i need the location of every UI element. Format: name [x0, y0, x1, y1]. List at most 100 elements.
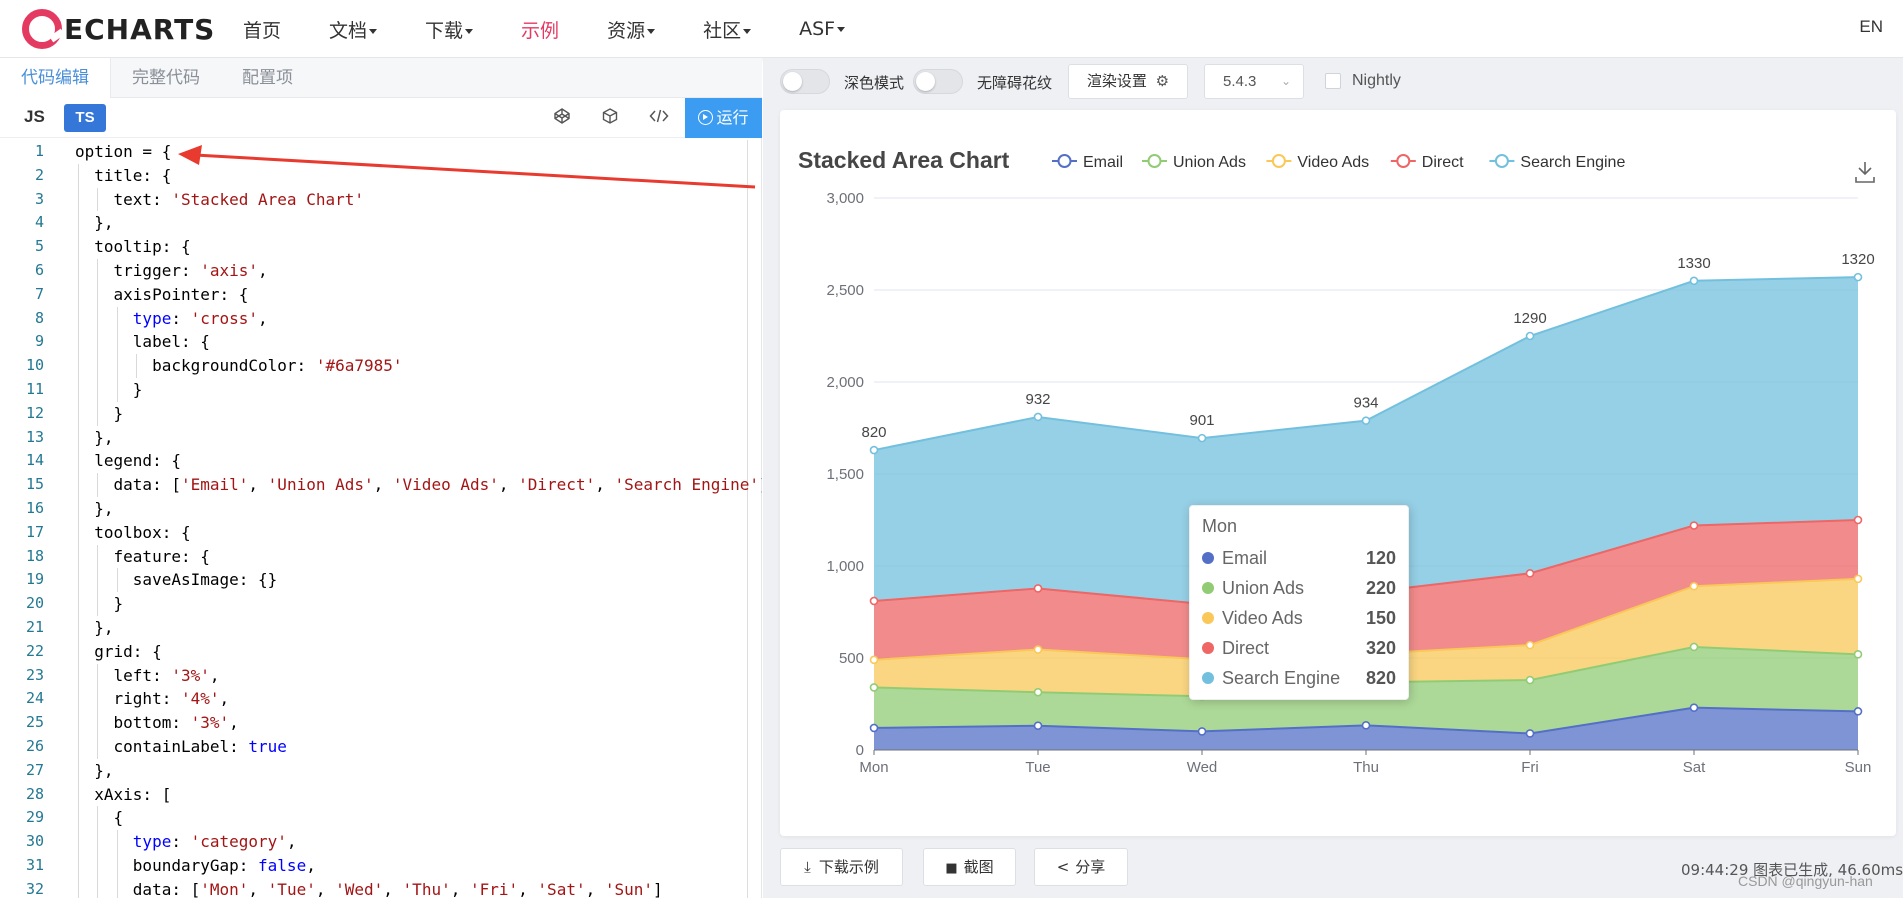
js-toggle[interactable]: JS [24, 107, 45, 127]
tooltip-series-name: Search Engine [1222, 667, 1341, 688]
play-circle-icon [698, 110, 714, 125]
series-dot-icon [1202, 672, 1214, 684]
code-text: } [75, 403, 124, 423]
data-point [1525, 729, 1535, 738]
nav-item[interactable]: 文档 [329, 16, 378, 43]
caret-down-icon [743, 28, 752, 34]
data-point [869, 445, 879, 455]
data-point [1033, 412, 1043, 422]
line-number: 24 [25, 689, 44, 708]
dark-mode-toggle[interactable] [780, 69, 830, 94]
line-number: 19 [25, 570, 44, 589]
tooltip-series-value: 120 [1365, 547, 1396, 568]
nav-item-label: 示例 [521, 19, 560, 42]
data-point [869, 596, 879, 606]
dark-mode-label: 深色模式 [844, 74, 905, 92]
caret-down-icon [465, 28, 474, 34]
nav-item-label: 社区 [703, 19, 742, 42]
line-number: 11 [25, 379, 44, 398]
line-number: 2 [34, 165, 44, 184]
download-example-button[interactable]: ⤓ 下载示例 [780, 848, 903, 886]
render-settings-button[interactable]: 渲染设置 ⚙ [1068, 64, 1188, 99]
nav-item[interactable]: 首页 [243, 16, 281, 43]
series-dot-icon [1202, 612, 1214, 624]
share-icon: < [1056, 858, 1070, 876]
code-line: 28 xAxis: [ [0, 782, 762, 807]
legend-label: Email [1083, 154, 1123, 171]
legend-marker [1494, 154, 1509, 168]
code-line: 27 }, [0, 758, 762, 783]
tab-full-code[interactable]: 完整代码 [111, 58, 221, 98]
stacked-area-chart: Stacked Area Chart Email Union Ads Video Ad… [798, 147, 1875, 776]
tooltip-row: Direct 320 [1202, 633, 1396, 663]
line-number: 17 [25, 522, 44, 541]
data-label: 820 [861, 424, 886, 441]
ts-toggle[interactable]: TS [64, 104, 106, 132]
code-text: type: 'cross', [132, 308, 268, 328]
tab-options[interactable]: 配置项 [221, 58, 314, 98]
code-text: boundaryGap: false, [75, 855, 316, 875]
tooltip-series-value: 150 [1365, 607, 1396, 628]
line-number: 12 [25, 403, 44, 422]
version-select[interactable]: 5.4.3 ⌄ [1204, 64, 1304, 99]
nav-item[interactable]: ASF [799, 18, 846, 40]
language-switch[interactable]: EN [1859, 17, 1883, 37]
line-number: 15 [25, 475, 44, 494]
legend-label: Search Engine [1520, 154, 1625, 171]
code-line: 20 } [0, 592, 762, 616]
echarts-logo[interactable]: ECHARTS [22, 8, 215, 50]
nav-item-label: 文档 [329, 19, 368, 42]
data-point [1525, 331, 1535, 341]
code-line: 5 tooltip: { [0, 235, 762, 259]
code-text: data: ['Email', 'Union Ads', 'Video Ads'… [75, 475, 762, 495]
series-dot-icon [1202, 642, 1214, 654]
nav-item[interactable]: 资源 [607, 16, 656, 43]
code-line: 29 { [0, 806, 762, 831]
data-point [1853, 515, 1863, 525]
code-text: } [75, 594, 124, 614]
data-point [1689, 703, 1699, 712]
render-settings-label: 渲染设置 [1086, 72, 1147, 90]
line-number: 1 [34, 142, 44, 160]
data-label: 1290 [1513, 310, 1546, 327]
screenshot-button[interactable]: ■ 截图 [923, 848, 1016, 886]
data-point [1525, 640, 1535, 650]
x-tick-label: Sat [1683, 759, 1706, 776]
code-text: grid: { [75, 641, 162, 661]
line-number: 29 [25, 808, 44, 827]
legend-label: Direct [1422, 154, 1464, 171]
code-text: }, [75, 617, 114, 637]
data-label: 934 [1353, 395, 1378, 412]
line-number: 31 [25, 855, 44, 874]
data-point [1033, 721, 1043, 731]
y-tick-label: 2,500 [826, 282, 864, 299]
accessibility-label: 无障碍花纹 [977, 74, 1053, 92]
tooltip-rows: Email 120 Union Ads 220 Video Ads 150 Direct 32… [1202, 543, 1396, 693]
y-tick-label: 500 [839, 650, 864, 667]
share-button[interactable]: < 分享 [1034, 848, 1128, 886]
code-line: 9 label: { [0, 330, 762, 355]
save-as-image-icon[interactable] [1855, 162, 1875, 183]
nav-item[interactable]: 下载 [425, 16, 474, 43]
code-editor[interactable]: 1 option = {2 title: {3 text: 'Stacked Ar… [0, 140, 762, 898]
accessibility-toggle[interactable] [913, 69, 963, 94]
chevron-down-icon: ⌄ [1280, 74, 1291, 88]
code-format-icon[interactable] [648, 107, 670, 129]
nav-menu: 首页 文档 下载 示例 资源 社区 ASF [243, 0, 893, 58]
code-text: xAxis: [ [75, 784, 172, 804]
data-point [1361, 721, 1371, 730]
nav-item[interactable]: 社区 [703, 16, 752, 43]
code-text: trigger: 'axis', [75, 260, 268, 280]
nightly-checkbox[interactable] [1325, 73, 1341, 89]
codesandbox-icon[interactable] [599, 107, 621, 129]
data-label: 1330 [1677, 255, 1710, 272]
tab-code-edit[interactable]: 代码编辑 [0, 58, 111, 98]
y-tick-label: 1,500 [826, 466, 864, 483]
run-button[interactable]: 运行 [685, 98, 762, 138]
nav-item[interactable]: 示例 [521, 16, 559, 43]
code-text: axisPointer: { [75, 284, 249, 304]
code-line: 11 } [0, 377, 762, 402]
data-label: 1320 [1841, 251, 1874, 268]
data-point [1361, 416, 1371, 425]
codepen-icon[interactable] [551, 107, 573, 129]
